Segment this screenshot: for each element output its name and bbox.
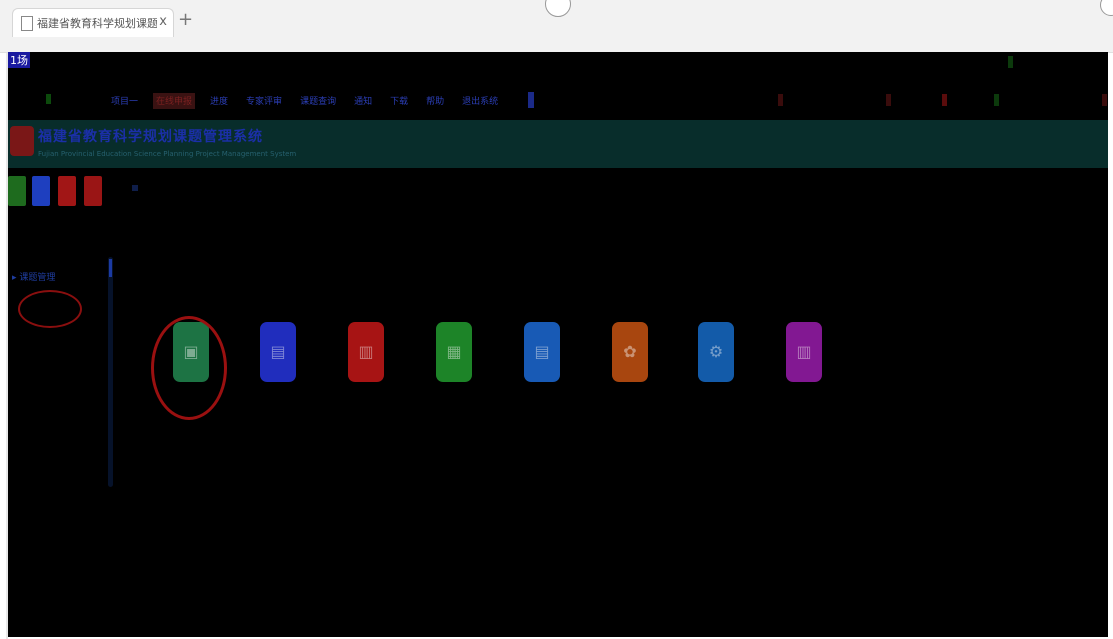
tab-close-button[interactable]: x	[159, 14, 167, 29]
quick-button-1[interactable]	[8, 176, 26, 206]
header-icon[interactable]	[1102, 94, 1107, 106]
quick-button-2[interactable]	[32, 176, 50, 206]
list-icon: ▤	[270, 342, 286, 361]
nav-item[interactable]: 下载	[387, 93, 411, 109]
tab-title: 福建省教育科学规划课题管理系	[37, 17, 157, 30]
site-subtitle: Fujian Provincial Education Science Plan…	[38, 150, 297, 158]
site-title: 福建省教育科学规划课题管理系统	[38, 129, 263, 145]
nav-item[interactable]: 退出系统	[459, 93, 501, 109]
page-content: 1场 项目一 在线申报 进度 专家评审 课题查询 通知 下载 帮助 退出系统 福…	[8, 52, 1108, 637]
annotation-circle	[151, 316, 227, 420]
module-6-tile[interactable]: ✿	[612, 322, 648, 382]
sidebar-item-project[interactable]: ▸ 课题管理	[12, 270, 55, 283]
header-icon[interactable]	[886, 94, 891, 106]
header-icon[interactable]	[778, 94, 783, 106]
module-4-tile[interactable]: ▦	[436, 322, 472, 382]
document-icon	[21, 16, 33, 31]
nav-item[interactable]: 进度	[207, 93, 231, 109]
nav-item[interactable]: 在线申报	[153, 93, 196, 109]
module-7-tile[interactable]: ⚙	[698, 322, 734, 382]
nav-item[interactable]: 课题查询	[297, 93, 339, 109]
header-icon[interactable]	[1008, 56, 1013, 68]
quick-button-3[interactable]	[58, 176, 76, 206]
browser-tab[interactable]: 福建省教育科学规划课题管理系 x	[12, 8, 174, 37]
logo-icon	[10, 126, 34, 156]
nav-item[interactable]: 专家评审	[243, 93, 285, 109]
gear-icon: ✿	[623, 342, 637, 361]
arrow-icon	[132, 185, 138, 191]
nav-end-marker	[528, 92, 534, 108]
module-8-tile[interactable]: ▥	[786, 322, 822, 382]
loading-indicator	[545, 0, 571, 17]
settings-icon: ⚙	[708, 342, 724, 361]
main-nav: 项目一 在线申报 进度 专家评审 课题查询 通知 下载 帮助 退出系统	[108, 93, 501, 109]
new-tab-button[interactable]: +	[178, 9, 193, 30]
module-3-tile[interactable]: ▥	[348, 322, 384, 382]
annotation-circle	[18, 290, 82, 328]
window-control[interactable]	[1100, 0, 1113, 16]
nav-item[interactable]: 项目一	[108, 93, 141, 109]
browser-toolbar: 福建省教育科学规划课题管理系 x +	[0, 0, 1113, 53]
site-banner: 福建省教育科学规划课题管理系统 Fujian Provincial Educat…	[8, 120, 1108, 168]
nav-item[interactable]: 通知	[351, 93, 375, 109]
header-icon[interactable]	[942, 94, 947, 106]
splitter-grip[interactable]	[109, 259, 112, 277]
header-icon[interactable]	[994, 94, 999, 106]
splitter-handle[interactable]	[108, 257, 113, 487]
list-icon: ▥	[358, 342, 374, 361]
status-marker	[46, 94, 51, 104]
list-icon: ▥	[796, 342, 812, 361]
quick-button-4[interactable]	[84, 176, 102, 206]
nav-item[interactable]: 帮助	[423, 93, 447, 109]
module-2-tile[interactable]: ▤	[260, 322, 296, 382]
corner-label: 1场	[8, 52, 30, 68]
list-icon: ▤	[534, 342, 550, 361]
module-5-tile[interactable]: ▤	[524, 322, 560, 382]
list-icon: ▦	[446, 342, 462, 361]
